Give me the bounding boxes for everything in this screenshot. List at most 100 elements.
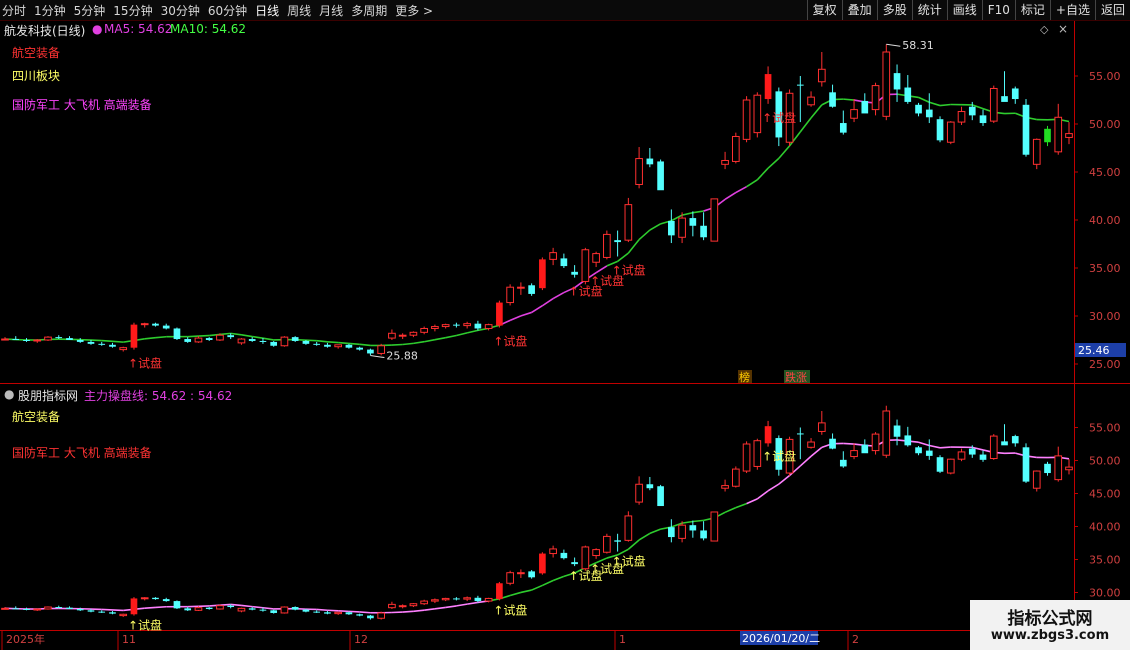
candle-body-main bbox=[549, 252, 557, 260]
average-line-segment-sub bbox=[627, 539, 640, 550]
average-line-segment-sub bbox=[456, 603, 468, 607]
candle-body-main bbox=[678, 217, 686, 238]
average-line-segment-sub bbox=[155, 605, 167, 609]
average-line-segment-sub bbox=[531, 584, 543, 591]
candle-body-sub bbox=[23, 609, 30, 610]
candle-body-sub bbox=[517, 572, 525, 575]
candle-body-main bbox=[915, 104, 922, 114]
candle-body-main bbox=[76, 340, 84, 342]
average-line-segment-sub bbox=[413, 609, 425, 613]
average-line-segment-main bbox=[112, 340, 124, 343]
y-tick-label-sub: 50.00 bbox=[1089, 455, 1121, 468]
candle-body-sub bbox=[904, 435, 912, 446]
candle-body-main bbox=[55, 337, 63, 339]
bottom-tag-label: 榜 bbox=[739, 370, 750, 384]
candle-body-sub bbox=[560, 552, 568, 559]
candle-body-sub bbox=[614, 540, 621, 542]
candle-body-sub bbox=[700, 530, 707, 539]
candle-body-main bbox=[989, 87, 998, 122]
y-tick-label-main: 30.00 bbox=[1089, 310, 1121, 323]
candle-body-sub bbox=[33, 608, 42, 611]
candle-body-sub bbox=[270, 610, 278, 613]
average-line-segment-main bbox=[187, 335, 199, 338]
candle-body-main bbox=[441, 324, 450, 328]
average-line-segment-main bbox=[799, 117, 812, 133]
candle-body-sub bbox=[367, 615, 374, 619]
candle-body-main bbox=[710, 198, 719, 242]
candle-body-main bbox=[635, 158, 643, 185]
candle-body-main bbox=[453, 324, 460, 326]
x-axis-label: 2 bbox=[852, 633, 859, 646]
candle-body-main bbox=[871, 85, 880, 111]
average-line-segment-main bbox=[348, 342, 360, 346]
average-line-segment-main bbox=[316, 339, 328, 343]
candle-body-sub bbox=[441, 597, 450, 601]
candle-body-main bbox=[98, 343, 106, 345]
candle-body-main bbox=[807, 96, 815, 106]
y-tick-label-sub: 40.00 bbox=[1089, 521, 1121, 534]
candle-body-sub bbox=[946, 458, 955, 474]
candle-body-sub bbox=[1022, 447, 1030, 482]
candle-body-sub bbox=[334, 611, 343, 615]
candle-body-sub bbox=[989, 435, 998, 460]
candle-body-sub bbox=[721, 485, 729, 489]
candle-body-sub bbox=[345, 612, 353, 615]
average-line-segment-main bbox=[617, 252, 629, 263]
signal-label-main: ↑试盘 bbox=[762, 110, 796, 125]
candle-body-sub bbox=[194, 607, 203, 611]
candle-body-sub bbox=[119, 613, 128, 617]
candle-body-main bbox=[130, 324, 138, 348]
candle-body-main bbox=[474, 323, 482, 329]
candle-body-sub bbox=[280, 606, 289, 614]
candle-body-main bbox=[377, 345, 385, 354]
candle-body-sub bbox=[173, 601, 181, 609]
candle-body-main bbox=[829, 92, 836, 107]
candle-body-sub bbox=[657, 486, 664, 507]
candle-body-main bbox=[313, 343, 321, 345]
average-line-segment-main bbox=[681, 211, 694, 216]
average-line-segment-sub bbox=[509, 591, 522, 597]
kline-chart[interactable]: 55.00 50.00 45.00 40.00 35.00 30.00 25.00 ↑试盘 ↑试… bbox=[0, 0, 1130, 650]
y-tick-label-main: 45.00 bbox=[1089, 166, 1121, 179]
candle-body-sub bbox=[753, 440, 762, 467]
average-line-segment-main bbox=[230, 332, 242, 336]
candle-body-main bbox=[248, 339, 256, 341]
average-line-segment-main bbox=[262, 337, 274, 341]
candle-body-main bbox=[506, 286, 514, 304]
average-line-segment-main bbox=[413, 340, 425, 345]
average-line-segment-sub bbox=[649, 528, 661, 535]
candle-body-main bbox=[140, 323, 149, 326]
candle-body-sub bbox=[915, 447, 922, 454]
bottom-tag-label: 跌涨 bbox=[785, 370, 807, 384]
candle-body-sub bbox=[646, 484, 654, 489]
average-line-segment-main bbox=[778, 145, 791, 159]
average-line-segment-main bbox=[724, 191, 737, 201]
candle-body-sub bbox=[184, 608, 192, 611]
average-line-segment-main bbox=[541, 297, 554, 307]
candle-body-main bbox=[657, 161, 664, 191]
candle-body-sub bbox=[109, 612, 116, 614]
average-line-segment-sub bbox=[434, 606, 446, 610]
average-line-segment-main bbox=[810, 104, 823, 119]
average-line-segment-main bbox=[735, 185, 747, 194]
y-tick-label-sub: 30.00 bbox=[1089, 587, 1121, 600]
average-line-segment-main bbox=[402, 342, 414, 346]
candle-body-main bbox=[603, 233, 611, 258]
candle-body-sub bbox=[227, 605, 235, 608]
average-line-segment-main bbox=[595, 265, 608, 274]
average-line-segment-sub bbox=[445, 605, 457, 609]
candle-body-sub bbox=[539, 553, 546, 574]
average-line-segment-main bbox=[843, 98, 855, 101]
candle-body-main bbox=[517, 286, 525, 289]
x-axis-label: 11 bbox=[122, 633, 136, 646]
average-line-segment-main bbox=[627, 239, 640, 254]
candle-body-sub bbox=[1001, 441, 1008, 446]
candle-body-main bbox=[484, 324, 493, 329]
candle-body-sub bbox=[1, 607, 9, 610]
candle-body-sub bbox=[603, 535, 611, 553]
date-highlight-label: 2026/01/20/二 bbox=[742, 632, 820, 645]
candle-body-main bbox=[205, 338, 213, 340]
candle-body-sub bbox=[925, 450, 933, 456]
candle-body-sub bbox=[506, 572, 514, 584]
candle-body-main bbox=[259, 340, 267, 342]
